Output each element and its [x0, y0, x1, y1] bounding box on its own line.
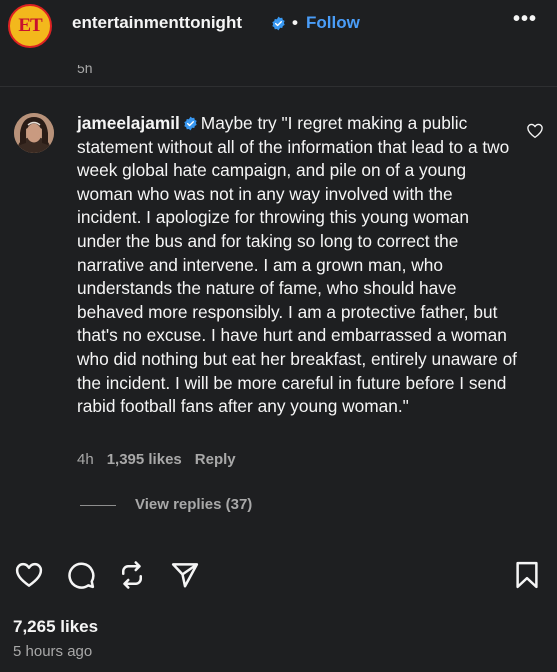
action-bar — [0, 560, 557, 600]
reply-button[interactable]: Reply — [195, 451, 236, 468]
avatar-image — [14, 113, 54, 153]
separator: • — [292, 13, 298, 32]
comment-timestamp: 4h — [77, 451, 94, 468]
heart-icon[interactable] — [14, 560, 44, 590]
follow-button[interactable]: Follow — [306, 13, 360, 33]
logo-text: ET — [18, 15, 42, 36]
post-header: ET entertainmenttonight • Follow ••• — [0, 0, 557, 50]
comment-meta: 4h 1,395 likes Reply — [77, 451, 249, 468]
account-avatar[interactable]: ET — [8, 4, 52, 48]
repost-icon[interactable] — [117, 560, 147, 590]
divider — [0, 86, 557, 87]
post-timestamp: 5 hours ago — [13, 643, 93, 660]
send-icon[interactable] — [170, 560, 200, 590]
commenter-avatar[interactable] — [14, 113, 54, 153]
commenter-username[interactable]: jameelajamil — [77, 113, 180, 133]
comment-body: jameelajamil Maybe try "I regret making a… — [77, 112, 517, 419]
bookmark-icon[interactable] — [512, 560, 542, 590]
previous-comment-timestamp: 5h — [77, 60, 93, 76]
post-likes[interactable]: 7,265 likes — [13, 617, 98, 637]
replies-line — [80, 505, 116, 506]
verified-badge-icon — [184, 116, 197, 131]
account-name[interactable]: entertainmenttonight — [72, 13, 242, 33]
view-replies-button[interactable]: View replies (37) — [135, 496, 252, 513]
post-comments-view: ET entertainmenttonight • Follow ••• 5h … — [0, 0, 557, 672]
like-comment-heart-icon[interactable] — [526, 122, 544, 140]
more-options-button[interactable]: ••• — [510, 8, 540, 32]
comment-likes[interactable]: 1,395 likes — [107, 451, 182, 468]
comment-text: Maybe try "I regret making a public stat… — [77, 113, 517, 417]
comment-bubble-icon[interactable] — [66, 560, 96, 590]
verified-badge-icon — [272, 16, 285, 31]
